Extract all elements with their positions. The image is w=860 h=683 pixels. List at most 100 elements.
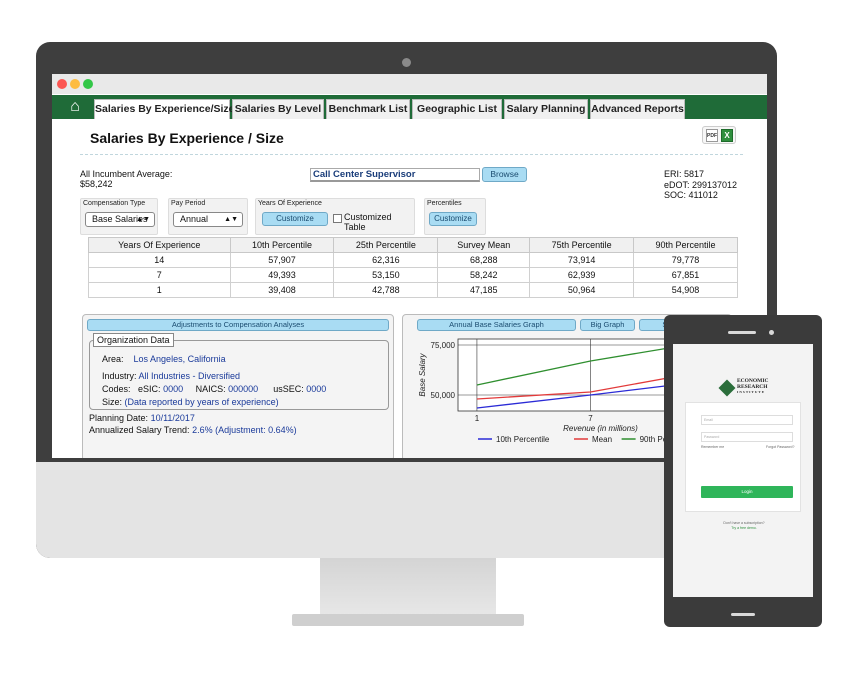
table-header: 10th Percentile	[229, 237, 335, 253]
pay-period-group: Pay Period Annual ▲▼	[168, 198, 248, 235]
legend-label: 10th Percentile	[496, 435, 550, 444]
table-cell: 49,393	[229, 267, 335, 283]
compensation-type-group: Compensation Type Base Salaries ▲▼	[80, 198, 158, 235]
table-cell: 50,964	[529, 282, 635, 298]
industry-line: Industry: All Industries - Diversified	[102, 371, 240, 381]
industry-value[interactable]: All Industries - Diversified	[139, 371, 241, 381]
select-arrows-icon: ▲▼	[224, 216, 238, 223]
maximize-window-button[interactable]	[83, 79, 93, 89]
table-row: 1 39,408 42,788 47,185 50,964 54,908	[88, 282, 738, 298]
free-demo-link[interactable]: Try a free demo.	[686, 526, 802, 530]
years-customize-button[interactable]: Customize	[262, 212, 328, 226]
ussec-label: usSEC:	[273, 384, 304, 394]
tab-benchmark-list[interactable]: Benchmark List	[326, 99, 410, 119]
customized-table-label: Customized Table	[344, 212, 392, 232]
subscription-text: Don't have a subscription?	[723, 521, 765, 525]
forgot-password-link[interactable]: Forgot Password?	[766, 445, 794, 449]
minimize-window-button[interactable]	[70, 79, 80, 89]
ussec-value[interactable]: 0000	[306, 384, 326, 394]
login-card: Email Password Remember me Forgot Passwo…	[685, 402, 801, 530]
area-line: Area: Los Angeles, California	[102, 354, 226, 364]
table-cell: 39,408	[229, 282, 335, 298]
table-cell: 14	[88, 252, 231, 268]
salary-trend-value[interactable]: 2.6% (Adjustment: 0.64%)	[192, 425, 297, 435]
password-field[interactable]: Password	[701, 432, 793, 442]
phone-speaker	[728, 331, 756, 334]
compensation-type-label: Compensation Type	[83, 200, 146, 207]
area-label: Area:	[102, 354, 124, 364]
compensation-type-select[interactable]: Base Salaries ▲▼	[85, 212, 155, 227]
x-tick-label: 1	[475, 414, 480, 423]
percentiles-customize-button[interactable]: Customize	[429, 212, 477, 226]
soc-code: SOC: 411012	[664, 190, 718, 200]
table-cell: 54,908	[633, 282, 738, 298]
planning-date-value[interactable]: 10/11/2017	[151, 413, 195, 423]
x-axis-label: Revenue (in millions)	[563, 424, 638, 433]
tab-salary-planning[interactable]: Salary Planning	[504, 99, 588, 119]
home-icon[interactable]: ⌂	[62, 98, 88, 116]
email-field[interactable]: Email	[701, 415, 793, 425]
y-axis-label: Base Salary	[418, 352, 427, 396]
y-tick-label: 50,000	[431, 391, 456, 400]
planning-date-label: Planning Date:	[89, 413, 149, 423]
size-value[interactable]: (Data reported by years of experience)	[125, 397, 279, 407]
table-header: 90th Percentile	[633, 237, 738, 253]
incumbent-average-label: All Incumbent Average:	[80, 169, 173, 179]
table-cell: 62,316	[333, 252, 439, 268]
table-cell: 7	[88, 267, 231, 283]
incumbent-average-value: $58,242	[80, 179, 113, 189]
salary-trend-label: Annualized Salary Trend:	[89, 425, 190, 435]
codes-line: Codes: eSIC: 0000 NAICS: 000000 usSEC: 0…	[102, 384, 326, 394]
size-label: Size:	[102, 397, 123, 407]
camera-dot	[402, 58, 411, 67]
esic-value[interactable]: 0000	[163, 384, 183, 394]
login-button[interactable]: Login	[701, 486, 793, 498]
tab-salaries-by-level[interactable]: Salaries By Level	[232, 99, 324, 119]
adjustments-panel: Adjustments to Compensation Analyses Are…	[82, 314, 394, 458]
naics-value[interactable]: 000000	[228, 384, 258, 394]
years-of-experience-label: Years Of Experience	[258, 200, 322, 207]
tab-bar: ⌂ Salaries By Experience/Size Salaries B…	[52, 95, 767, 119]
table-header: Years Of Experience	[88, 237, 231, 253]
tab-advanced-reports[interactable]: Advanced Reports	[590, 99, 685, 119]
percentiles-group: Percentiles Customize	[424, 198, 486, 235]
percentiles-label: Percentiles	[427, 200, 462, 207]
monitor-stand-base	[292, 614, 524, 626]
table-cell: 73,914	[529, 252, 635, 268]
table-cell: 1	[88, 282, 231, 298]
pdf-export-icon[interactable]: PDF	[706, 129, 718, 142]
pay-period-select[interactable]: Annual ▲▼	[173, 212, 243, 227]
table-row: 14 57,907 62,316 68,288 73,914 79,778	[88, 252, 738, 268]
excel-export-icon[interactable]: X	[721, 129, 733, 142]
close-window-button[interactable]	[57, 79, 67, 89]
logo-line: INSTITUTE	[737, 390, 766, 394]
codes-label: Codes:	[102, 384, 131, 394]
customized-table-checkbox[interactable]	[333, 214, 342, 223]
screen: ⌂ Salaries By Experience/Size Salaries B…	[52, 74, 767, 458]
browse-button[interactable]: Browse	[482, 167, 527, 182]
divider	[80, 154, 743, 155]
phone-home-bar[interactable]	[731, 613, 755, 616]
x-tick-label: 7	[588, 414, 593, 423]
adjustments-button[interactable]: Adjustments to Compensation Analyses	[87, 319, 389, 331]
remember-me-checkbox[interactable]: Remember me	[701, 445, 724, 449]
annual-base-salaries-graph-button[interactable]: Annual Base Salaries Graph	[417, 319, 576, 331]
table-header: Survey Mean	[437, 237, 531, 253]
pay-period-label: Pay Period	[171, 200, 206, 207]
area-value[interactable]: Los Angeles, California	[134, 354, 226, 364]
phone-device: ECONOMIC RESEARCH INSTITUTE Email Passwo…	[664, 315, 822, 627]
naics-label: NAICS:	[195, 384, 226, 394]
phone-camera	[769, 330, 774, 335]
table-cell: 47,185	[437, 282, 531, 298]
phone-screen: ECONOMIC RESEARCH INSTITUTE Email Passwo…	[673, 344, 813, 597]
table-header: 75th Percentile	[529, 237, 635, 253]
table-header: 25th Percentile	[333, 237, 439, 253]
salary-trend-line: Annualized Salary Trend: 2.6% (Adjustmen…	[89, 425, 297, 435]
big-graph-button[interactable]: Big Graph	[580, 319, 635, 331]
tab-geographic-list[interactable]: Geographic List	[412, 99, 502, 119]
table-cell: 62,939	[529, 267, 635, 283]
tab-salaries-by-experience[interactable]: Salaries By Experience/Size	[94, 99, 235, 119]
job-title-input[interactable]: Call Center Supervisor	[310, 168, 480, 182]
years-of-experience-group: Years Of Experience Customize Customized…	[255, 198, 415, 235]
organization-data-title: Organization Data	[93, 333, 174, 347]
